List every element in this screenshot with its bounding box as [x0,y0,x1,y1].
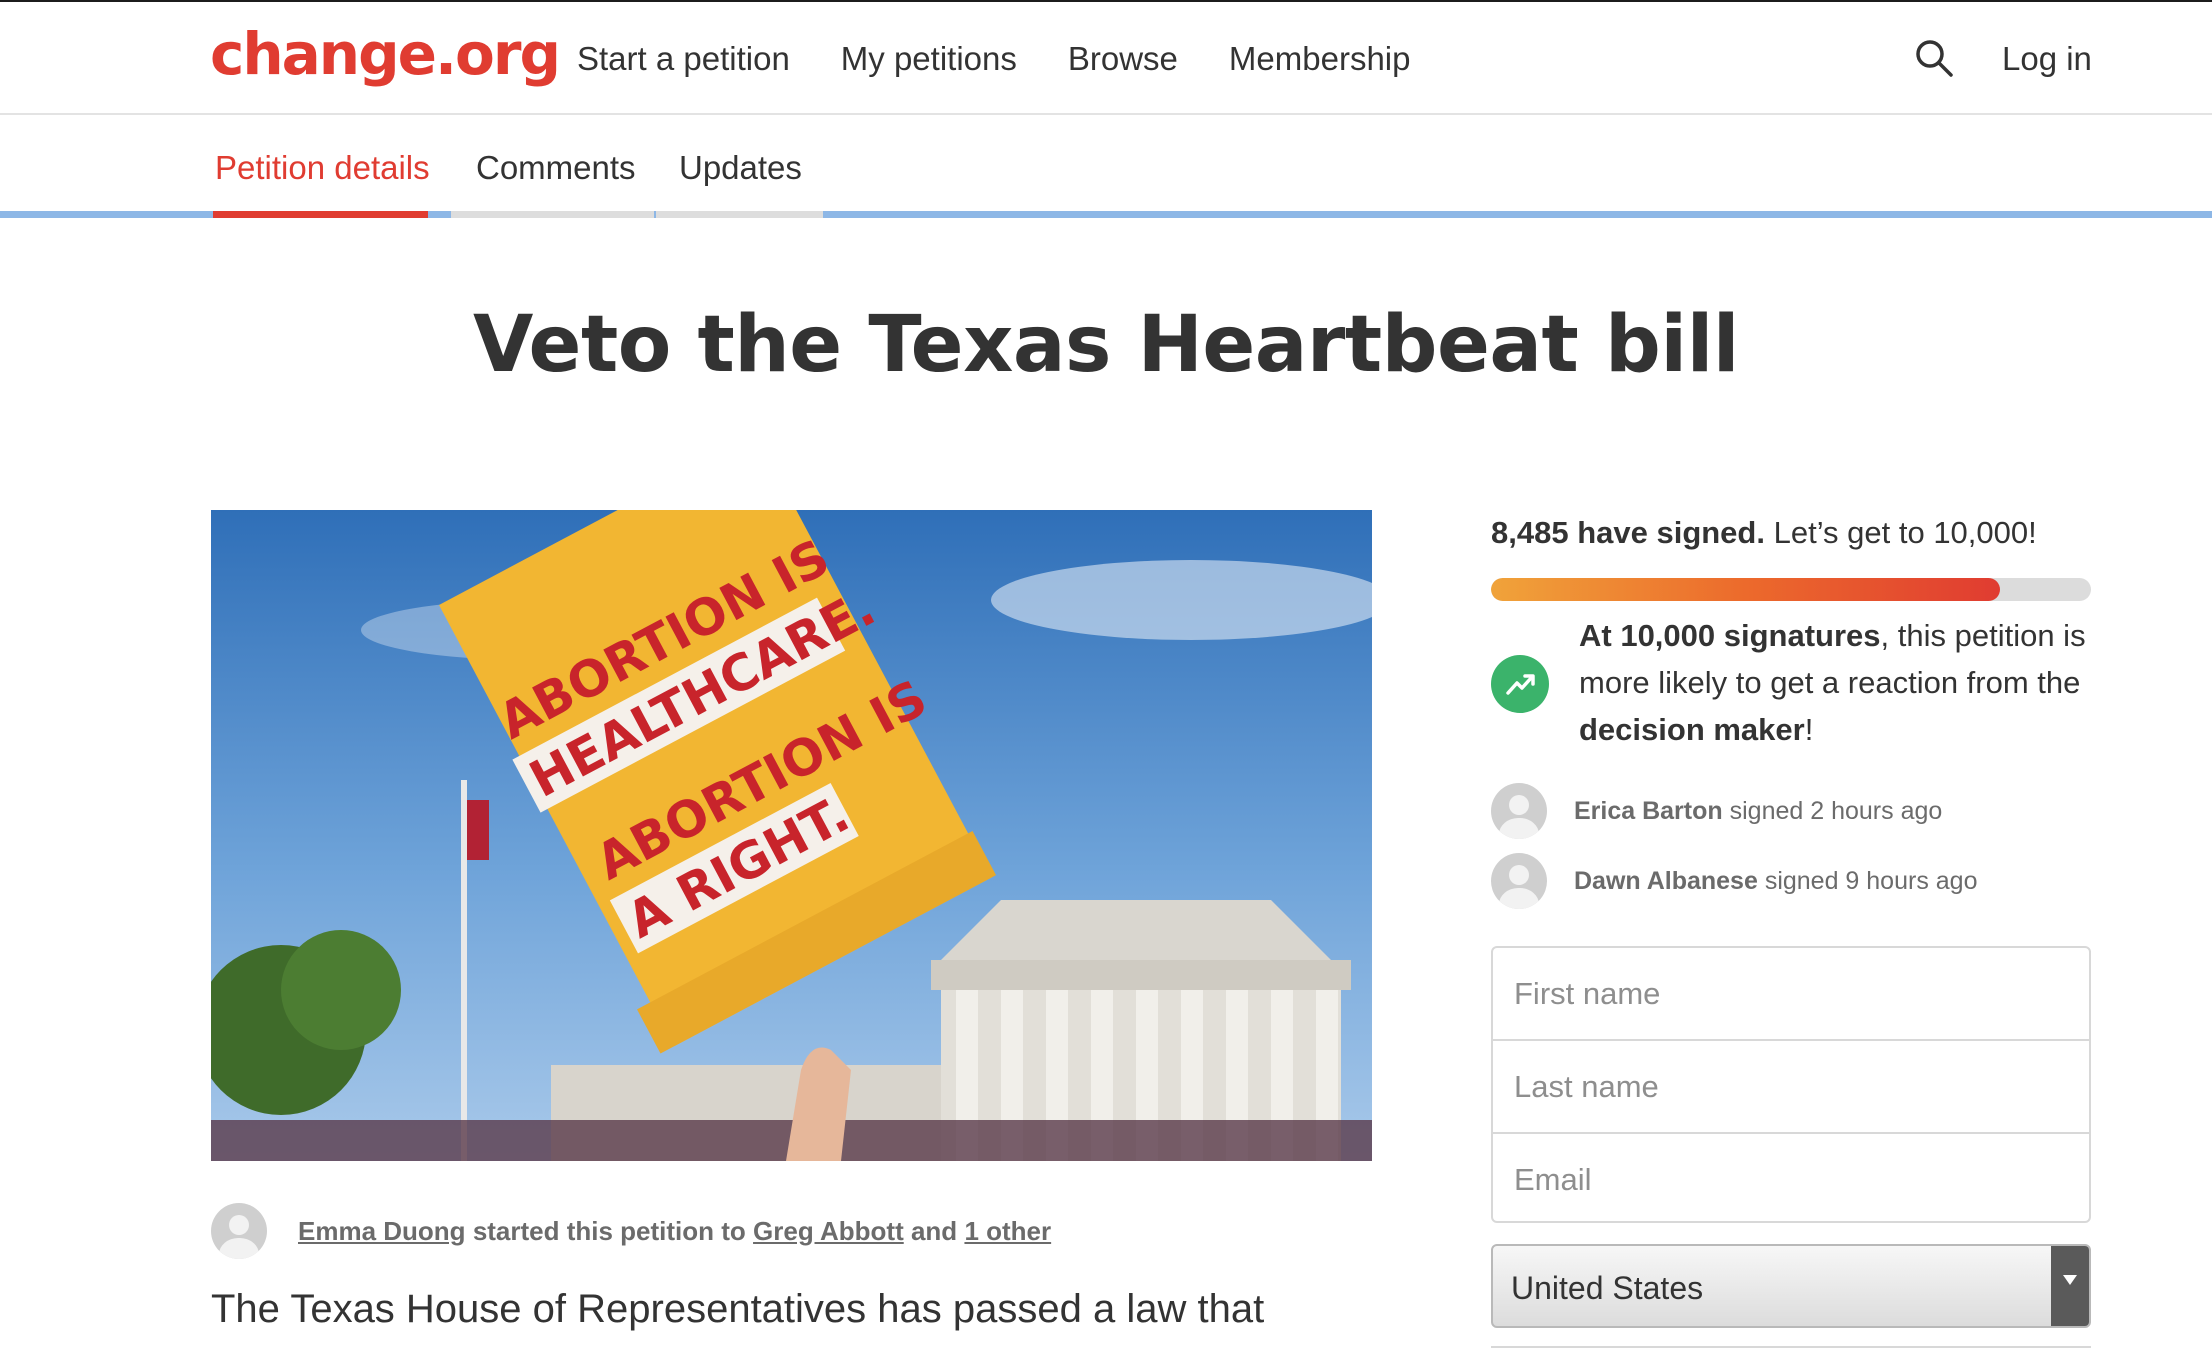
email-field[interactable] [1493,1134,2089,1225]
signer-name: Erica Barton [1574,796,1723,825]
progress-fill [1491,578,2001,601]
trending-up-icon [1491,655,1549,713]
site-logo[interactable]: change.org [210,20,561,88]
signer-time: signed 9 hours ago [1764,866,1978,895]
main-nav: Start a petition My petitions Browse Mem… [577,40,1411,78]
starter-text: Emma Duong started this petition to Greg… [298,1216,1051,1247]
site-header: change.org Start a petition My petitions… [0,2,2212,115]
tab-petition-details[interactable]: Petition details [215,149,430,187]
recent-signer: Erica Barton signed 2 hours ago [1491,783,1942,839]
country-select-value: United States [1511,1270,1704,1306]
signer-name: Dawn Albanese [1574,866,1758,895]
recent-signer: Dawn Albanese signed 9 hours ago [1491,853,1977,909]
petition-starter: Emma Duong started this petition to Greg… [211,1203,1051,1259]
login-link[interactable]: Log in [2002,40,2092,78]
milestone-end: ! [1804,712,1814,747]
target-link[interactable]: Greg Abbott [753,1216,904,1246]
signature-progress-bar [1491,578,2091,601]
sign-form [1491,946,2091,1225]
nav-browse[interactable]: Browse [1068,40,1178,78]
tab-updates[interactable]: Updates [679,149,802,187]
petition-tabs: Petition details Comments Updates [0,115,2212,218]
user-avatar-icon [1491,783,1547,839]
search-icon[interactable] [1914,38,1954,78]
milestone-bold-start: At 10,000 signatures [1579,618,1881,653]
goal-text: Let’s get to 10,000! [1773,515,2037,550]
user-avatar-icon [1491,853,1547,909]
starter-name-link[interactable]: Emma Duong [298,1216,466,1246]
other-targets-link[interactable]: 1 other [964,1216,1051,1246]
country-select[interactable]: United States [1491,1244,2091,1328]
milestone-message: At 10,000 signatures, this petition is m… [1579,612,2099,753]
signer-time: signed 2 hours ago [1729,796,1943,825]
signature-count: 8,485 have signed. Let’s get to 10,000! [1491,515,2037,551]
starter-and-text: and [910,1215,958,1246]
next-field-edge [1491,1346,2091,1350]
petition-description: The Texas House of Representatives has p… [211,1287,1265,1331]
tab-comments[interactable]: Comments [476,149,636,187]
last-name-field[interactable] [1493,1041,2089,1132]
nav-start-petition[interactable]: Start a petition [577,40,790,78]
signer-text: Erica Barton signed 2 hours ago [1574,797,1942,826]
first-name-field[interactable] [1493,948,2089,1039]
user-avatar-icon [211,1203,267,1259]
tab-underline [451,211,654,218]
petition-title: Veto the Texas Heartbeat bill [472,300,1740,390]
milestone-bold-end: decision maker [1579,712,1805,747]
starter-middle-text: started this petition to [472,1215,746,1246]
chevron-down-icon[interactable] [2051,1246,2089,1326]
signed-count-text: 8,485 have signed. [1491,515,1765,550]
signer-text: Dawn Albanese signed 9 hours ago [1574,867,1977,896]
tab-underline [656,211,823,218]
nav-my-petitions[interactable]: My petitions [841,40,1017,78]
petition-image: ABORTION IS HEALTHCARE. ABORTION IS A RI… [211,510,1372,1161]
tab-underline-active [213,211,428,218]
nav-membership[interactable]: Membership [1229,40,1411,78]
